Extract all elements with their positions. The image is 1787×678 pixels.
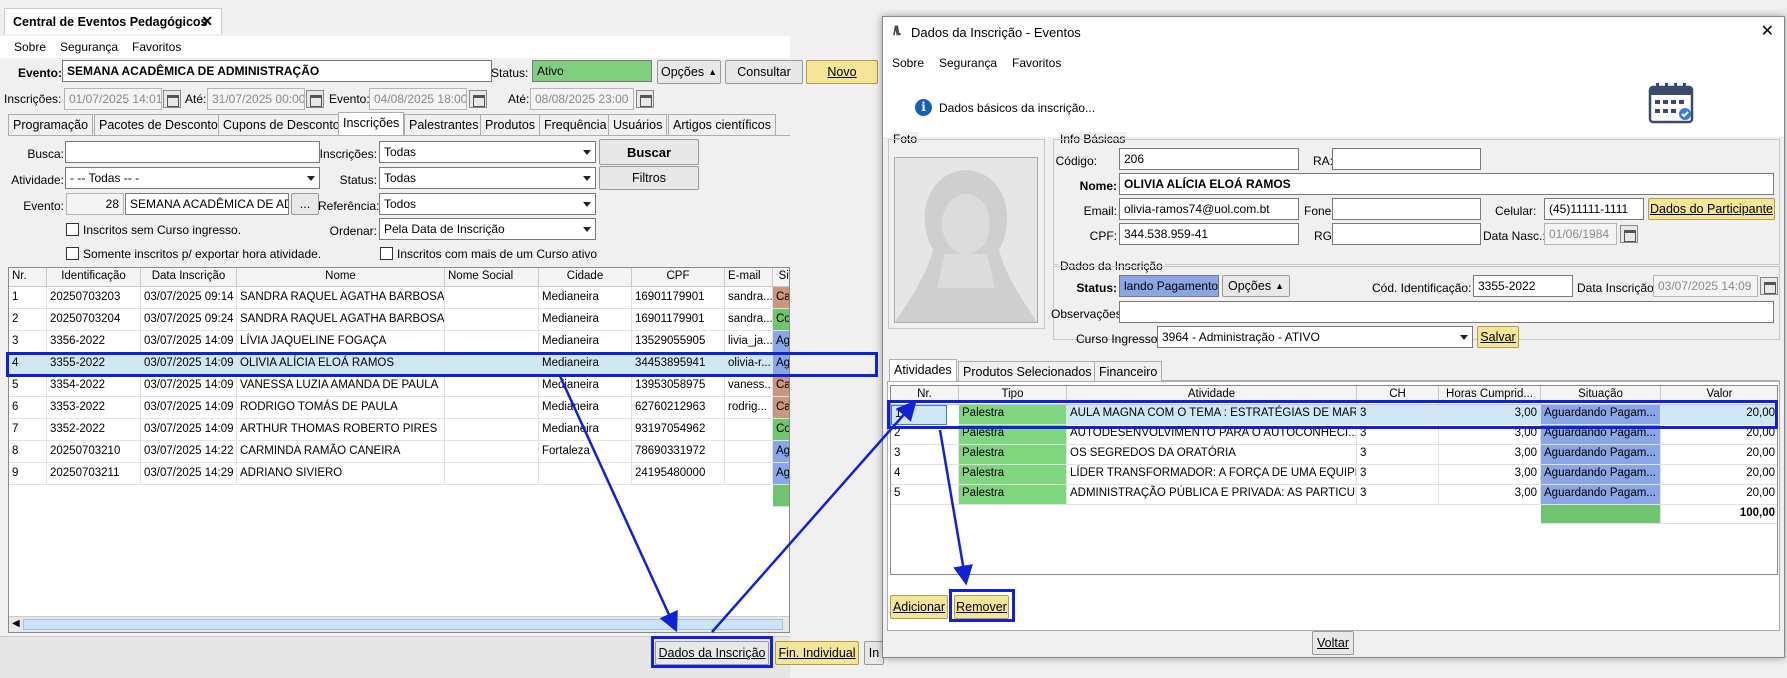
arrow-row-to-button <box>558 375 678 633</box>
arrow-row-to-remover <box>938 429 973 586</box>
arrow-button-to-dialog <box>711 400 917 633</box>
annotation-arrows <box>558 375 973 633</box>
